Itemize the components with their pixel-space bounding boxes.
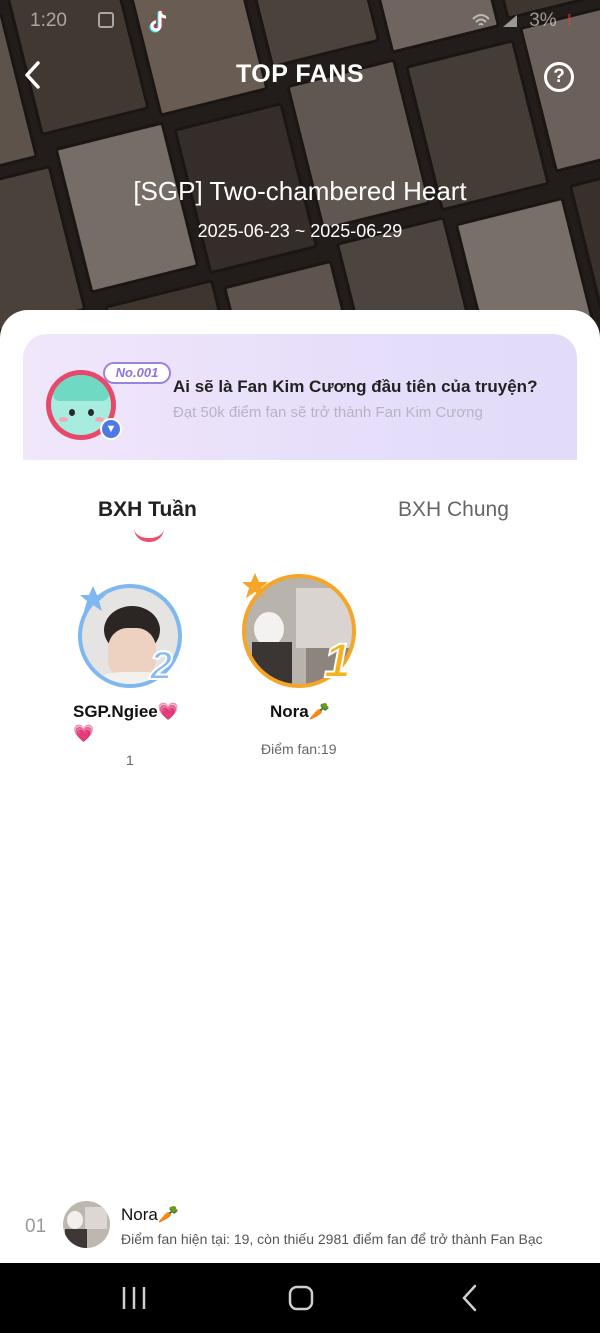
tab-weekly-ranking[interactable]: BXH Tuần — [98, 498, 197, 522]
system-nav-bar — [0, 1263, 600, 1333]
story-title: [SGP] Two-chambered Heart — [133, 176, 467, 206]
avatar — [63, 1201, 110, 1248]
diamond-icon: ▼ — [100, 418, 122, 440]
notification-icons — [98, 12, 114, 28]
rank-number: 1 — [323, 634, 352, 689]
back-nav-icon[interactable] — [456, 1283, 486, 1313]
wifi-icon — [472, 14, 490, 26]
my-rank-number: 01 — [25, 1216, 47, 1237]
rank-badge: No.001 — [103, 362, 171, 384]
tiktok-icon — [149, 10, 167, 33]
rank-number: 2 — [149, 643, 173, 689]
content-sheet: ▼ No.001 Ai sẽ là Fan Kim Cương đầu tiên… — [0, 310, 600, 1262]
banner-subtitle: Đạt 50k điểm fan sẽ trở thành Fan Kim Cư… — [173, 404, 483, 421]
star-crown-icon — [242, 573, 268, 598]
diamond-fan-banner[interactable]: ▼ No.001 Ai sẽ là Fan Kim Cương đầu tiên… — [23, 334, 577, 460]
home-icon[interactable] — [286, 1283, 316, 1313]
recent-apps-icon[interactable] — [119, 1283, 149, 1313]
header-hero: 1:20 3% ! TOP FANS ? [SGP] Two-chambered… — [0, 0, 600, 360]
battery-alert-icon: ! — [566, 12, 572, 29]
status-bar: 1:20 3% ! — [0, 0, 600, 44]
fan-score: 1 — [126, 752, 134, 768]
fan-name: SGP.Ngiee💗 — [73, 702, 179, 721]
fan-score: Điểm fan:19 — [261, 741, 337, 757]
notification-icon — [98, 12, 114, 28]
fan-name-continued: 💗 — [73, 724, 95, 743]
date-range: 2025-06-23 ~ 2025-06-29 — [197, 221, 403, 241]
star-crown-icon — [80, 586, 106, 611]
tab-overall-ranking[interactable]: BXH Chung — [398, 498, 509, 522]
status-time: 1:20 — [30, 10, 67, 31]
page-title: TOP FANS — [235, 60, 365, 88]
fan-name: Nora🥕 — [270, 702, 330, 721]
banner-title: Ai sẽ là Fan Kim Cương đầu tiên của truy… — [173, 377, 538, 396]
my-fan-progress: Điểm fan hiện tại: 19, còn thiếu 2981 đi… — [121, 1231, 543, 1247]
help-button[interactable]: ? — [544, 62, 574, 92]
signal-icon — [503, 15, 518, 27]
my-rank-row[interactable]: 01 Nora🥕 Điểm fan hiện tại: 19, còn thiế… — [0, 1196, 600, 1256]
my-name: Nora🥕 — [121, 1205, 180, 1224]
battery-level: 3% — [529, 10, 557, 31]
active-tab-indicator — [134, 528, 164, 542]
system-status-icons: 3% ! — [471, 10, 572, 32]
